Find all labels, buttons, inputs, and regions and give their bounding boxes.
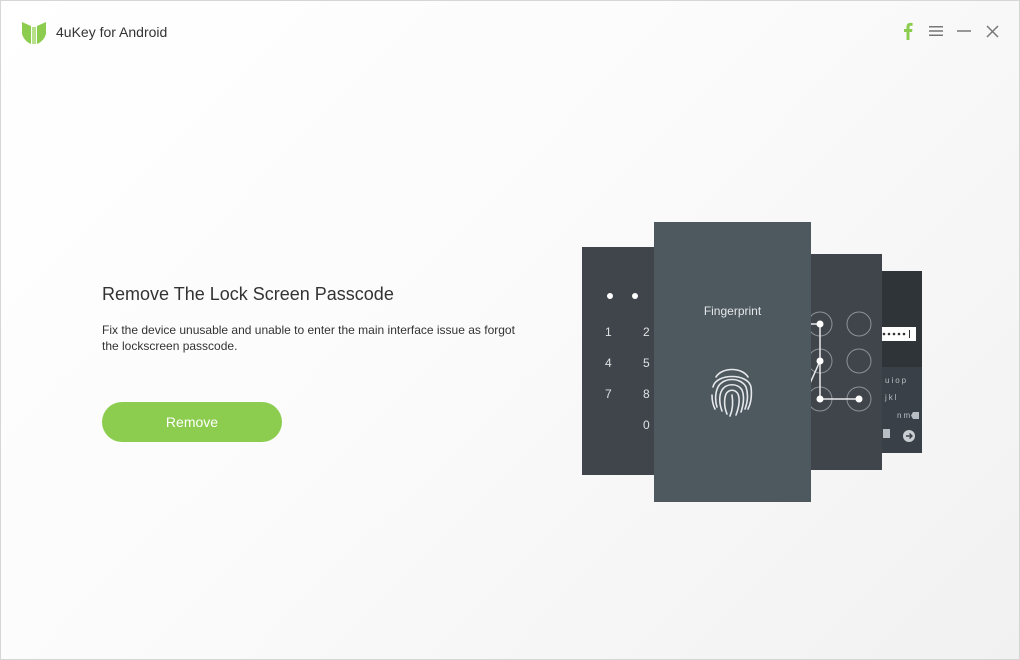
keyboard-row-1: uiop — [885, 376, 909, 385]
pin-lock-card: 1 2 4 5 7 8 0 — [582, 247, 662, 475]
close-button[interactable] — [983, 21, 1001, 41]
app-window: 4uKey for Android Remove The Lock Screen… — [0, 0, 1020, 660]
facebook-icon — [904, 22, 913, 40]
password-field-icon — [876, 327, 916, 341]
fingerprint-icon — [711, 368, 753, 417]
title-bar: 4uKey for Android — [1, 1, 1019, 63]
keyboard-row-3: nm — [897, 411, 913, 420]
pin-digit-1: 1 — [605, 325, 612, 339]
page-title: Remove The Lock Screen Passcode — [102, 284, 394, 304]
menu-icon — [929, 26, 943, 36]
keyboard-row-2: jkl — [885, 393, 899, 402]
window-controls — [899, 21, 1001, 41]
pattern-lock-card — [802, 254, 882, 470]
fingerprint-lock-card: Fingerprint — [654, 222, 811, 502]
pin-digit-4: 4 — [605, 356, 612, 370]
pattern-grid-icon — [802, 311, 872, 412]
minimize-icon — [957, 30, 971, 32]
shift-key-icon — [883, 429, 890, 438]
remove-button[interactable]: Remove — [102, 402, 282, 442]
pin-digit-5: 5 — [643, 356, 650, 370]
pin-digit-2: 2 — [643, 325, 650, 339]
page-description: Fix the device unusable and unable to en… — [102, 323, 515, 353]
minimize-button[interactable] — [955, 21, 973, 41]
pin-digit-7: 7 — [605, 387, 612, 401]
password-card-top — [876, 271, 922, 367]
fingerprint-label: Fingerprint — [703, 304, 762, 318]
menu-button[interactable] — [927, 21, 945, 41]
close-icon — [985, 24, 999, 38]
password-lock-card: uiop jkl nm — [876, 271, 922, 453]
pin-digit-0: 0 — [643, 418, 650, 432]
app-title: 4uKey for Android — [56, 24, 168, 40]
backspace-key-icon — [911, 412, 919, 419]
facebook-button[interactable] — [899, 21, 917, 41]
enter-arrow-icon — [903, 430, 915, 442]
pin-entry-dots-icon — [607, 293, 638, 299]
tenorshare-logo-icon — [22, 22, 46, 44]
pin-digit-8: 8 — [643, 387, 650, 401]
